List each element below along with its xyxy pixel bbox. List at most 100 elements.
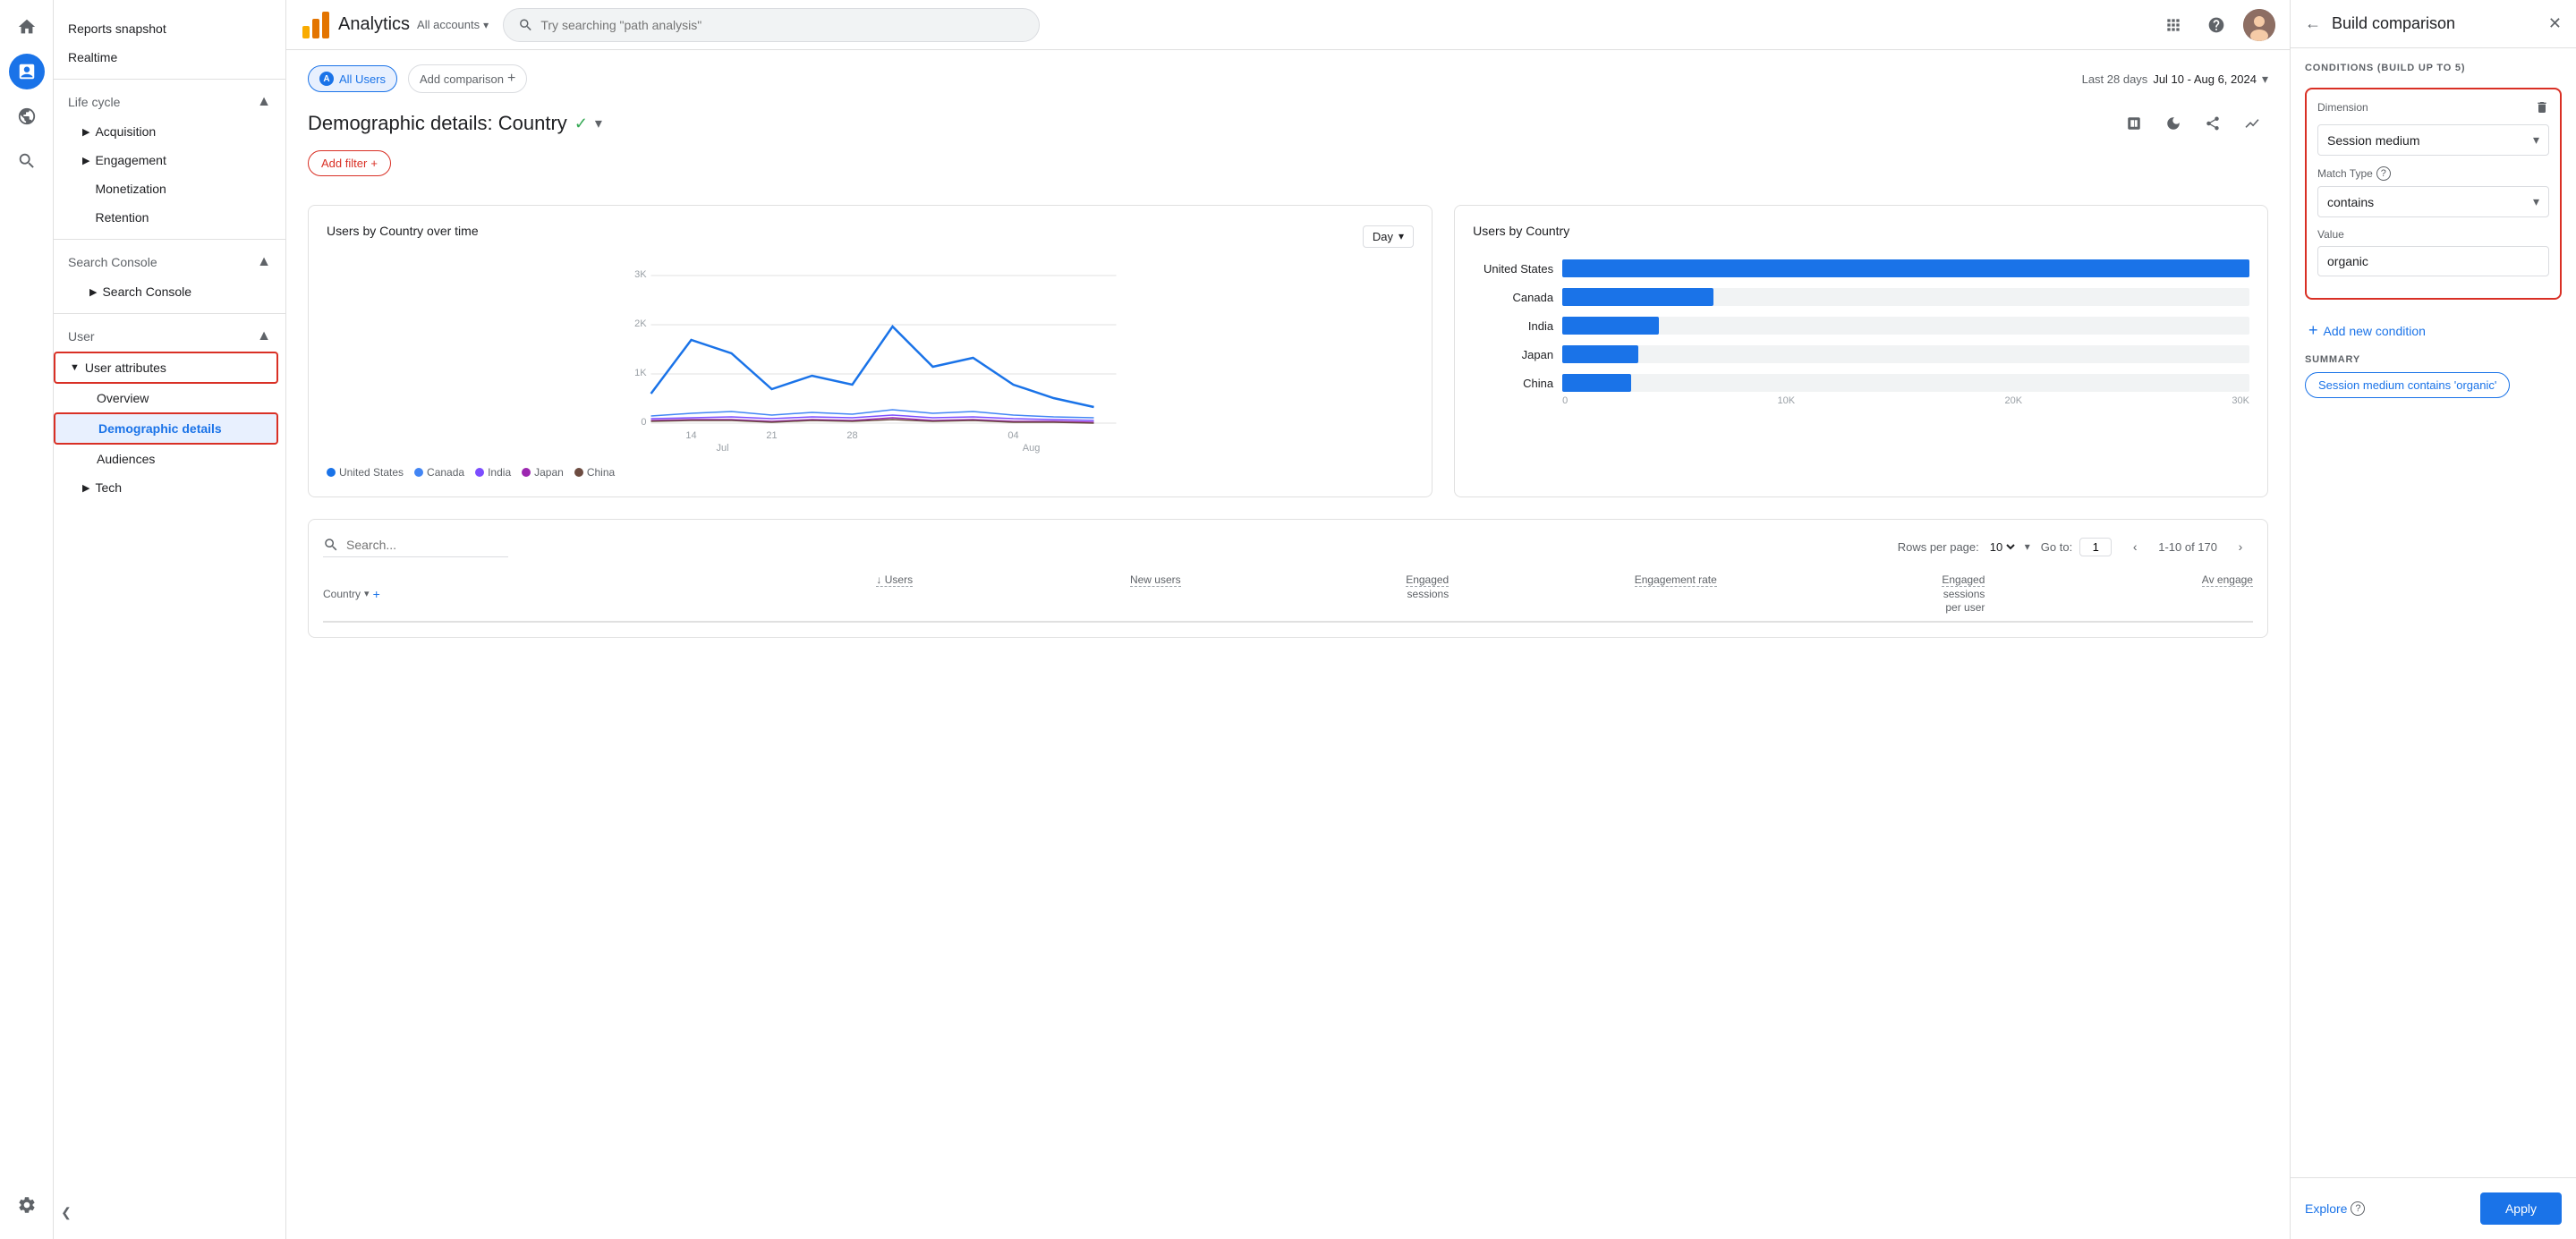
add-condition-button[interactable]: + Add new condition <box>2305 314 2562 347</box>
search-bar[interactable] <box>503 8 1040 42</box>
value-label: Value <box>2317 228 2549 241</box>
pagination-next-button[interactable]: › <box>2228 534 2253 559</box>
sidebar-realtime-label: Realtime <box>68 50 117 64</box>
segment-text: All Users <box>339 72 386 86</box>
value-text: organic <box>2327 254 2368 268</box>
day-selector[interactable]: Day ▾ <box>1363 225 1414 248</box>
user-attributes-label: User attributes <box>85 361 166 375</box>
explore-button[interactable]: Explore ? <box>2305 1201 2365 1216</box>
insight-button[interactable] <box>2157 107 2189 140</box>
bar-chart-box: Users by Country United States Canada In… <box>1454 205 2268 497</box>
title-dropdown-icon[interactable]: ▾ <box>595 115 602 132</box>
home-nav-icon[interactable] <box>9 9 45 45</box>
sidebar-item-reports-snapshot[interactable]: Reports snapshot <box>54 14 278 43</box>
summary-section: SUMMARY Session medium contains 'organic… <box>2305 354 2562 398</box>
all-users-segment-chip[interactable]: A All Users <box>308 65 397 92</box>
dimension-select-wrapper[interactable]: Session medium ▾ <box>2317 124 2549 156</box>
sidebar-item-tech[interactable]: ▶ Tech <box>54 473 278 502</box>
bar-row-jp: Japan <box>1473 345 2249 363</box>
sidebar-collapse-button[interactable]: ❮ <box>54 1200 79 1225</box>
col-header-country[interactable]: Country ▾ + <box>323 573 645 614</box>
sidebar-item-overview[interactable]: Overview <box>54 384 278 412</box>
match-type-label: Match Type <box>2317 167 2373 180</box>
match-type-value: contains <box>2327 195 2374 209</box>
sidebar-item-engagement[interactable]: ▶Engagement <box>54 146 278 174</box>
svg-text:21: 21 <box>766 430 777 441</box>
goto-control: Go to: <box>2041 538 2112 556</box>
sidebar-item-search-console[interactable]: ▶Search Console <box>54 277 278 306</box>
sidebar-divider-1 <box>54 79 285 80</box>
col-header-users[interactable]: ↓ Users <box>645 573 914 614</box>
goto-input[interactable] <box>2079 538 2112 556</box>
sidebar: Reports snapshot Realtime Life cycle ▲ ▶… <box>54 0 286 1239</box>
col-engaged-sessions-label2: sessions <box>1407 588 1450 600</box>
col-country-add-icon[interactable]: + <box>373 587 380 601</box>
reports-nav-icon[interactable] <box>9 54 45 89</box>
apply-button[interactable]: Apply <box>2480 1192 2562 1225</box>
avatar[interactable] <box>2243 9 2275 41</box>
search-input[interactable] <box>540 18 1024 32</box>
add-filter-button[interactable]: Add filter + <box>308 150 391 176</box>
value-input-wrapper[interactable]: organic <box>2317 246 2549 276</box>
dimension-value: Session medium <box>2327 133 2420 148</box>
rows-chevron-icon: ▾ <box>2025 540 2030 553</box>
sidebar-lifecycle-header[interactable]: Life cycle ▲ <box>54 87 285 117</box>
tech-label: Tech <box>95 480 122 495</box>
conditions-label: CONDITIONS (BUILD UP TO 5) <box>2305 63 2562 73</box>
col-header-engagement-rate[interactable]: Engagement rate <box>1449 573 1717 614</box>
sidebar-item-monetization[interactable]: ▶Monetization <box>54 174 278 203</box>
dimension-chevron-icon: ▾ <box>2533 132 2539 148</box>
add-comparison-button[interactable]: Add comparison + <box>408 64 527 93</box>
user-attributes-arrow-icon: ▼ <box>70 362 80 373</box>
bar-row-us: United States <box>1473 259 2249 277</box>
add-filter-plus-icon: + <box>370 157 378 170</box>
col-users-label: ↓ Users <box>876 573 913 587</box>
col-new-users-label: New users <box>1130 573 1181 587</box>
dimension-delete-button[interactable] <box>2535 100 2549 119</box>
account-label: All accounts <box>417 18 480 31</box>
chart-type-button[interactable] <box>2236 107 2268 140</box>
comparison-view-button[interactable] <box>2118 107 2150 140</box>
share-button[interactable] <box>2197 107 2229 140</box>
bar-chart-header: Users by Country <box>1473 224 2249 249</box>
panel-close-button[interactable]: ✕ <box>2548 14 2562 33</box>
sidebar-item-acquisition[interactable]: ▶Acquisition <box>54 117 278 146</box>
sidebar-item-demographic-details[interactable]: Demographic details <box>54 412 278 445</box>
goto-label: Go to: <box>2041 540 2072 554</box>
demographic-details-label: Demographic details <box>98 421 222 436</box>
tech-arrow-icon: ▶ <box>82 482 89 494</box>
user-chevron-icon: ▲ <box>257 328 271 344</box>
sidebar-item-realtime[interactable]: Realtime <box>54 43 278 72</box>
explore-help-icon[interactable]: ? <box>2351 1201 2365 1216</box>
match-type-help-icon[interactable]: ? <box>2376 166 2391 181</box>
match-type-select-wrapper[interactable]: contains ▾ <box>2317 186 2549 217</box>
sidebar-divider-3 <box>54 313 285 314</box>
legend-ca: Canada <box>414 466 464 479</box>
sidebar-item-user-attributes[interactable]: ▼ User attributes <box>54 352 278 384</box>
date-range-selector[interactable]: Last 28 days Jul 10 - Aug 6, 2024 ▾ <box>2082 72 2268 87</box>
help-icon[interactable] <box>2200 9 2232 41</box>
col-header-engaged-sessions[interactable]: Engaged sessions <box>1181 573 1450 614</box>
col-esp-label3: per user <box>1945 601 1985 614</box>
audience-nav-icon[interactable] <box>9 98 45 134</box>
settings-nav-icon[interactable] <box>9 1187 45 1223</box>
rows-per-page-select[interactable]: 10 25 50 <box>1986 539 2018 555</box>
table-area: Rows per page: 10 25 50 ▾ Go to: ‹ 1-10 … <box>308 519 2268 638</box>
sidebar-item-audiences[interactable]: Audiences <box>54 445 278 473</box>
sidebar-search-console-header[interactable]: Search Console ▲ <box>54 247 285 277</box>
date-chevron-icon: ▾ <box>2262 72 2268 87</box>
pagination-prev-button[interactable]: ‹ <box>2122 534 2147 559</box>
monetization-label: Monetization <box>95 182 166 196</box>
search-nav-icon[interactable] <box>9 143 45 179</box>
col-header-engaged-sessions-per-user[interactable]: Engaged sessions per user <box>1717 573 1985 614</box>
table-search-input[interactable] <box>346 538 508 552</box>
apps-grid-icon[interactable] <box>2157 9 2189 41</box>
sidebar-user-header[interactable]: User ▲ <box>54 321 285 352</box>
sidebar-item-retention[interactable]: ▶Retention <box>54 203 278 232</box>
account-selector[interactable]: All accounts ▾ <box>417 18 489 31</box>
col-header-new-users[interactable]: New users <box>913 573 1181 614</box>
panel-back-button[interactable]: ← <box>2305 14 2321 33</box>
line-chart-box: Users by Country over time Day ▾ 3K 2K 1… <box>308 205 1433 497</box>
match-type-row: Match Type ? <box>2317 166 2549 181</box>
col-header-avg-engagement[interactable]: Av engage <box>1985 573 2253 614</box>
